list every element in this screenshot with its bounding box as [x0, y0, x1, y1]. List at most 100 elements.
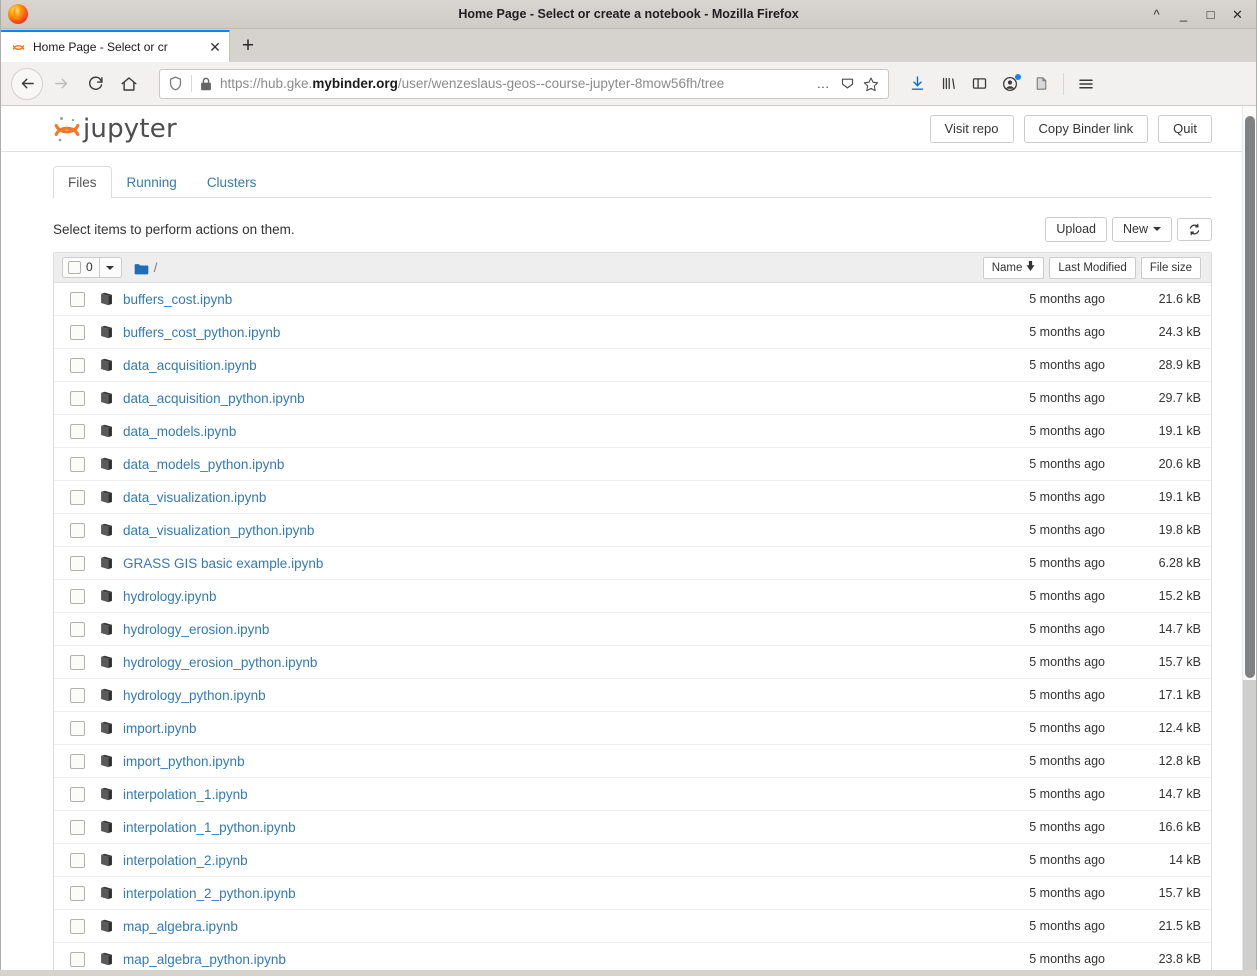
window-minimize-button[interactable]: _	[1177, 8, 1190, 21]
sort-by-filesize-button[interactable]: File size	[1140, 256, 1201, 279]
row-checkbox[interactable]	[70, 522, 85, 538]
file-name-link[interactable]: data_visualization.ipynb	[123, 490, 985, 505]
file-name-link[interactable]: hydrology.ipynb	[123, 589, 985, 604]
jupyter-logo[interactable]: jupyter	[53, 114, 177, 144]
downloads-icon[interactable]	[903, 70, 931, 98]
shield-icon[interactable]	[167, 75, 184, 92]
table-row[interactable]: import_python.ipynb 5 months ago 12.8 kB	[54, 745, 1211, 778]
breadcrumb-path[interactable]: /	[154, 260, 158, 275]
sidebar-icon[interactable]	[965, 70, 993, 98]
browser-tab-active[interactable]: Home Page - Select or cr ✕	[1, 30, 230, 62]
sort-by-name-button[interactable]: Name	[982, 256, 1045, 279]
file-name-link[interactable]: interpolation_1_python.ipynb	[123, 820, 985, 835]
page-scrollbar-thumb[interactable]	[1245, 116, 1255, 678]
row-checkbox[interactable]	[70, 390, 85, 406]
select-all-dropdown-button[interactable]	[99, 257, 122, 278]
row-checkbox[interactable]	[70, 753, 85, 769]
url-bar[interactable]: https://hub.gke.mybinder.org/user/wenzes…	[159, 68, 889, 99]
table-row[interactable]: data_acquisition_python.ipynb 5 months ag…	[54, 382, 1211, 415]
table-row[interactable]: hydrology_erosion_python.ipynb 5 months a…	[54, 646, 1211, 679]
row-checkbox[interactable]	[70, 819, 85, 835]
url-text[interactable]: https://hub.gke.mybinder.org/user/wenzes…	[220, 76, 810, 91]
table-row[interactable]: buffers_cost_python.ipynb 5 months ago 24.…	[54, 316, 1211, 349]
window-restore-button[interactable]: ^	[1150, 8, 1163, 21]
tab-running[interactable]: Running	[112, 166, 192, 198]
table-row[interactable]: map_algebra.ipynb 5 months ago 21.5 kB	[54, 910, 1211, 943]
table-row[interactable]: buffers_cost.ipynb 5 months ago 21.6 kB	[54, 283, 1211, 316]
file-name-link[interactable]: import_python.ipynb	[123, 754, 985, 769]
file-name-link[interactable]: data_visualization_python.ipynb	[123, 523, 985, 538]
row-checkbox[interactable]	[70, 720, 85, 736]
new-dropdown-button[interactable]: New	[1111, 216, 1172, 242]
file-name-link[interactable]: data_models_python.ipynb	[123, 457, 985, 472]
file-name-link[interactable]: data_models.ipynb	[123, 424, 985, 439]
lock-icon[interactable]	[199, 76, 213, 92]
sort-by-modified-button[interactable]: Last Modified	[1049, 256, 1136, 279]
row-checkbox[interactable]	[70, 324, 85, 340]
row-checkbox[interactable]	[70, 654, 85, 670]
reader-mode-icon[interactable]	[836, 73, 858, 95]
file-name-link[interactable]: hydrology_erosion.ipynb	[123, 622, 985, 637]
file-name-link[interactable]: data_acquisition_python.ipynb	[123, 391, 985, 406]
row-checkbox[interactable]	[70, 885, 85, 901]
upload-button[interactable]: Upload	[1045, 216, 1107, 242]
table-row[interactable]: import.ipynb 5 months ago 12.4 kB	[54, 712, 1211, 745]
file-name-link[interactable]: map_algebra.ipynb	[123, 919, 985, 934]
row-checkbox[interactable]	[70, 786, 85, 802]
new-tab-button[interactable]: +	[230, 30, 266, 62]
row-checkbox[interactable]	[70, 852, 85, 868]
row-checkbox[interactable]	[70, 456, 85, 472]
tab-clusters[interactable]: Clusters	[192, 166, 272, 198]
table-row[interactable]: hydrology_erosion.ipynb 5 months ago 14.7 …	[54, 613, 1211, 646]
refresh-button[interactable]	[1177, 217, 1212, 241]
library-icon[interactable]	[934, 70, 962, 98]
row-checkbox[interactable]	[70, 423, 85, 439]
table-row[interactable]: interpolation_1_python.ipynb 5 months ago…	[54, 811, 1211, 844]
visit-repo-button[interactable]: Visit repo	[929, 114, 1014, 143]
close-icon[interactable]: ✕	[207, 39, 223, 56]
table-row[interactable]: hydrology_python.ipynb 5 months ago 17.1 k…	[54, 679, 1211, 712]
page-scrollbar[interactable]	[1242, 106, 1256, 975]
table-row[interactable]: interpolation_1.ipynb 5 months ago 14.7 kB	[54, 778, 1211, 811]
file-name-link[interactable]: hydrology_python.ipynb	[123, 688, 985, 703]
window-close-button[interactable]: ✕	[1231, 8, 1244, 21]
table-row[interactable]: data_models.ipynb 5 months ago 19.1 kB	[54, 415, 1211, 448]
row-checkbox[interactable]	[70, 588, 85, 604]
file-name-link[interactable]: GRASS GIS basic example.ipynb	[123, 556, 985, 571]
page-scrollbar-track[interactable]	[1243, 680, 1256, 975]
quit-button[interactable]: Quit	[1158, 114, 1212, 143]
reload-button[interactable]	[79, 68, 111, 100]
table-row[interactable]: data_acquisition.ipynb 5 months ago 28.9 k…	[54, 349, 1211, 382]
file-name-link[interactable]: hydrology_erosion_python.ipynb	[123, 655, 985, 670]
back-button[interactable]	[11, 67, 43, 100]
row-checkbox[interactable]	[70, 357, 85, 373]
table-row[interactable]: hydrology.ipynb 5 months ago 15.2 kB	[54, 580, 1211, 613]
page-actions-icon[interactable]: …	[812, 73, 834, 95]
file-name-link[interactable]: interpolation_2.ipynb	[123, 853, 985, 868]
table-row[interactable]: GRASS GIS basic example.ipynb 5 months ag…	[54, 547, 1211, 580]
row-checkbox[interactable]	[70, 918, 85, 934]
table-row[interactable]: data_visualization.ipynb 5 months ago 19.1…	[54, 481, 1211, 514]
home-button[interactable]	[113, 68, 145, 100]
file-name-link[interactable]: data_acquisition.ipynb	[123, 358, 985, 373]
menu-icon[interactable]	[1072, 70, 1100, 98]
account-icon[interactable]	[996, 70, 1024, 98]
file-name-link[interactable]: import.ipynb	[123, 721, 985, 736]
row-checkbox[interactable]	[70, 687, 85, 703]
row-checkbox[interactable]	[70, 489, 85, 505]
table-row[interactable]: interpolation_2_python.ipynb 5 months ago…	[54, 877, 1211, 910]
row-checkbox[interactable]	[70, 291, 85, 307]
forward-button[interactable]	[45, 68, 77, 100]
file-name-link[interactable]: interpolation_1.ipynb	[123, 787, 985, 802]
select-all-checkbox-group[interactable]: 0	[62, 257, 100, 278]
table-row[interactable]: interpolation_2.ipynb 5 months ago 14 kB	[54, 844, 1211, 877]
copy-binder-link-button[interactable]: Copy Binder link	[1023, 114, 1149, 143]
row-checkbox[interactable]	[70, 555, 85, 571]
page-icon[interactable]	[1027, 70, 1055, 98]
table-row[interactable]: data_models_python.ipynb 5 months ago 20.6…	[54, 448, 1211, 481]
table-row[interactable]: data_visualization_python.ipynb 5 months …	[54, 514, 1211, 547]
file-name-link[interactable]: buffers_cost_python.ipynb	[123, 325, 985, 340]
window-maximize-button[interactable]: □	[1204, 8, 1217, 21]
bookmark-star-icon[interactable]	[860, 73, 882, 95]
row-checkbox[interactable]	[70, 951, 85, 967]
